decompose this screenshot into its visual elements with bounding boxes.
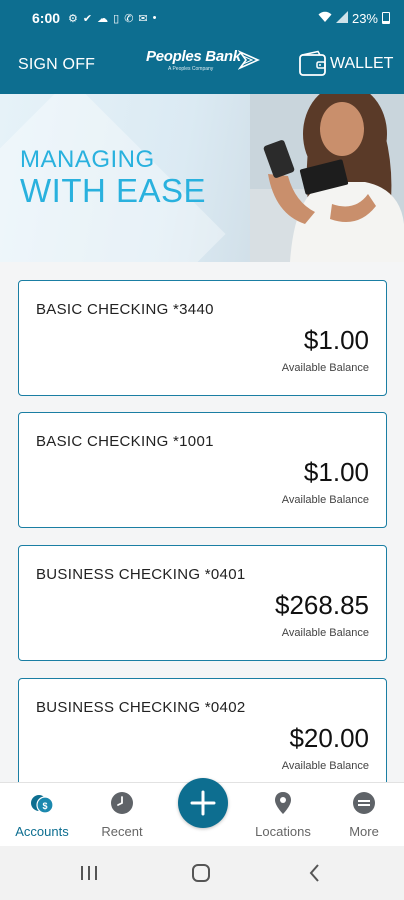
account-name: BUSINESS CHECKING *0402 <box>36 699 246 716</box>
nav-label-more: More <box>349 824 379 839</box>
check-circle-icon: ✔ <box>82 12 93 25</box>
nav-accounts[interactable]: $ Accounts <box>2 783 82 847</box>
account-balance: $20.00 <box>289 723 369 753</box>
recent-apps-button[interactable] <box>74 860 104 886</box>
hero-title-line2: WITH EASE <box>20 172 207 209</box>
status-right: 23% <box>318 10 390 26</box>
account-balance: $1.00 <box>303 325 369 355</box>
account-balance: $268.85 <box>275 590 369 620</box>
nav-locations[interactable]: Locations <box>243 783 323 847</box>
wifi-icon <box>318 11 332 26</box>
wallet-label: WALLET <box>330 55 394 72</box>
nav-label-accounts: Accounts <box>15 824 69 839</box>
signal-icon <box>335 10 348 26</box>
account-list: BASIC CHECKING *3440 $1.00 Available Bal… <box>0 262 404 782</box>
battery-icon <box>382 12 390 24</box>
add-action-button[interactable] <box>178 778 228 828</box>
back-chevron-icon <box>309 864 319 882</box>
status-time: 6:00 <box>32 10 61 26</box>
account-name: BASIC CHECKING *1001 <box>36 433 214 450</box>
hero-title-line1: MANAGING <box>20 146 155 173</box>
system-nav-bar <box>0 846 404 900</box>
nav-recent[interactable]: Recent <box>82 783 162 847</box>
accounts-coins-icon: $ <box>31 795 54 814</box>
wallet-icon <box>299 50 326 76</box>
account-card[interactable]: BUSINESS CHECKING *0401 $268.85 Availabl… <box>18 545 387 661</box>
home-icon <box>192 864 210 882</box>
location-pin-icon <box>275 792 291 814</box>
phone-icon: ▯ <box>113 12 120 25</box>
balance-label: Available Balance <box>281 362 369 374</box>
recent-apps-icon <box>81 866 97 880</box>
nav-label-locations: Locations <box>255 824 311 839</box>
logo-arrow-icon <box>238 50 260 70</box>
battery-percent: 23% <box>351 10 378 26</box>
balance-label: Available Balance <box>281 627 369 639</box>
nav-label-recent: Recent <box>101 824 143 839</box>
wallet-button[interactable]: WALLET <box>298 48 393 80</box>
cloud-icon: ☁ <box>97 12 109 25</box>
hero-banner: MANAGING WITH EASE <box>0 94 404 262</box>
wifi-call-icon: ✆ <box>124 12 134 25</box>
account-balance: $1.00 <box>303 457 369 487</box>
balance-label: Available Balance <box>281 494 369 506</box>
back-button[interactable] <box>300 860 330 886</box>
mail-icon: ✉ <box>138 12 148 25</box>
app-header: SIGN OFF Peoples Bank A Peoples Company … <box>0 36 404 94</box>
more-menu-icon <box>353 792 375 814</box>
account-card[interactable]: BASIC CHECKING *1001 $1.00 Available Bal… <box>18 412 387 528</box>
hero-photo-woman-with-card <box>250 94 404 262</box>
bank-logo: Peoples Bank A Peoples Company <box>146 48 261 82</box>
home-button[interactable] <box>186 860 216 886</box>
plus-icon <box>190 790 216 816</box>
account-card[interactable]: BUSINESS CHECKING *0402 $20.00 Available… <box>18 678 387 782</box>
clock-icon <box>111 792 133 814</box>
account-card[interactable]: BASIC CHECKING *3440 $1.00 Available Bal… <box>18 280 387 396</box>
status-bar: 6:00 ⚙ ✔ ☁ ▯ ✆ ✉ • 23% <box>0 0 404 36</box>
gear-icon: ⚙ <box>68 12 78 25</box>
notification-icons: ⚙ ✔ ☁ ▯ ✆ ✉ • <box>68 12 156 25</box>
nav-more[interactable]: More <box>324 783 404 847</box>
account-name: BASIC CHECKING *3440 <box>36 301 214 318</box>
svg-text:$: $ <box>42 801 47 811</box>
dot-icon: • <box>152 12 157 24</box>
account-name: BUSINESS CHECKING *0401 <box>36 566 246 583</box>
balance-label: Available Balance <box>281 760 369 772</box>
sign-off-button[interactable]: SIGN OFF <box>18 56 95 74</box>
